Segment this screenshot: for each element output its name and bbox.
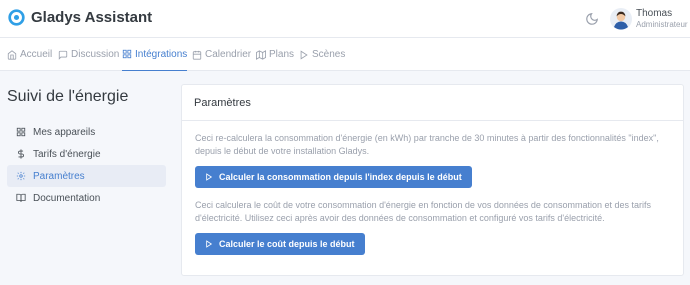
calculate-cost-button[interactable]: Calculer le coût depuis le début xyxy=(195,233,365,255)
sidebar-item-label: Paramètres xyxy=(33,170,85,182)
nav-item-integrations[interactable]: Intégrations xyxy=(122,38,188,71)
avatar[interactable] xyxy=(610,8,632,30)
dollar-icon xyxy=(18,149,24,159)
settings-icon xyxy=(16,171,26,181)
nav-item-label: Intégrations xyxy=(135,48,188,60)
cost-description: Ceci calculera le coût de votre consomma… xyxy=(195,200,651,223)
gladys-logo-icon xyxy=(8,9,25,26)
nav-item-label: Plans xyxy=(269,49,295,60)
nav-item-discussion[interactable]: Discussion xyxy=(58,38,119,71)
user-role: Administrateur xyxy=(636,20,688,29)
nav-item-label: Calendrier xyxy=(205,49,252,60)
card-title: Paramètres xyxy=(182,85,683,121)
user-menu[interactable]: Thomas Administrateur xyxy=(636,8,688,30)
sidebar-item-tarifs[interactable]: Tarifs d'énergie xyxy=(7,143,166,165)
top-bar: Gladys Assistant Thomas Administrateur xyxy=(0,0,690,38)
book-open-icon xyxy=(16,193,26,202)
message-square-icon xyxy=(58,50,68,60)
sidebar-item-documentation[interactable]: Documentation xyxy=(7,187,166,209)
nav-item-plans[interactable]: Plans xyxy=(256,38,294,71)
page-title: Suivi de l'énergie xyxy=(7,88,129,105)
calendar-icon xyxy=(192,50,202,60)
settings-card: Paramètres Ceci re-calculera la consomma… xyxy=(181,84,684,276)
play-icon xyxy=(300,49,308,60)
sidebar-item-mes-appareils[interactable]: Mes appareils xyxy=(7,121,166,143)
sidebar-item-label: Mes appareils xyxy=(33,126,96,138)
nav-item-label: Discussion xyxy=(71,49,120,60)
map-icon xyxy=(256,49,266,60)
button-label: Calculer la consommation depuis l'index … xyxy=(219,172,462,182)
nav-item-label: Scènes xyxy=(312,49,346,60)
nav-item-calendrier[interactable]: Calendrier xyxy=(192,38,251,71)
brand[interactable]: Gladys Assistant xyxy=(8,9,152,26)
index-description: Ceci re-calculera la consommation d'éner… xyxy=(195,133,659,156)
play-icon xyxy=(206,240,213,248)
sidebar-item-label: Documentation xyxy=(33,192,101,204)
grid-icon xyxy=(122,49,132,59)
home-icon xyxy=(7,49,17,60)
moon-icon[interactable] xyxy=(585,12,599,26)
nav-item-label: Accueil xyxy=(20,49,53,60)
user-name: Thomas xyxy=(636,8,673,19)
button-label: Calculer le coût depuis le début xyxy=(219,239,355,249)
nav-item-accueil[interactable]: Accueil xyxy=(7,38,52,71)
nav-item-scenes[interactable]: Scènes xyxy=(299,38,345,71)
calculate-consumption-button[interactable]: Calculer la consommation depuis l'index … xyxy=(195,166,472,188)
play-icon xyxy=(206,173,213,181)
sidebar-item-parametres[interactable]: Paramètres xyxy=(7,165,166,187)
brand-title: Gladys Assistant xyxy=(31,9,153,26)
main-nav: Accueil Discussion Intégrations Calendri… xyxy=(0,38,690,71)
sidebar-item-label: Tarifs d'énergie xyxy=(33,148,101,160)
grid-icon xyxy=(16,127,26,137)
